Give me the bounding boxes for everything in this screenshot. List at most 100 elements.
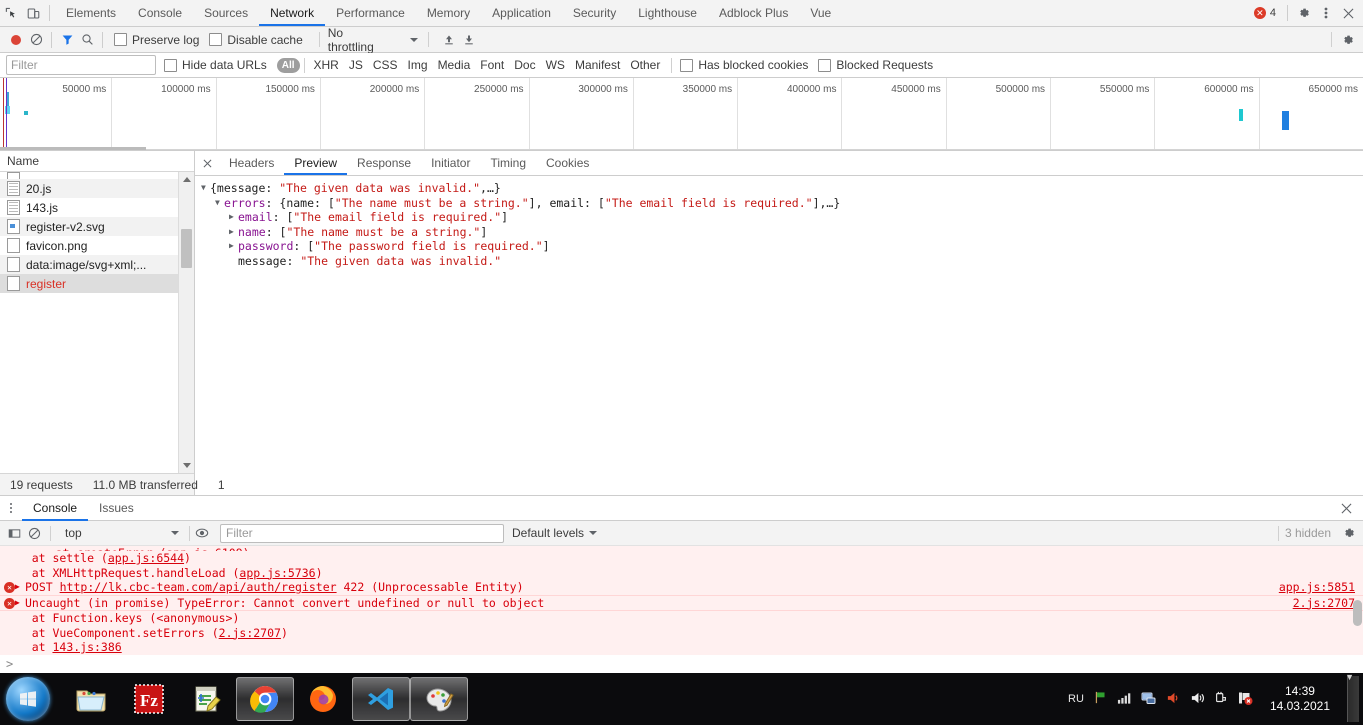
hide-data-urls-checkbox[interactable]: Hide data URLs [164,58,267,72]
tab-performance[interactable]: Performance [325,1,416,26]
tab-lighthouse[interactable]: Lighthouse [627,1,708,26]
tab-application[interactable]: Application [481,1,562,26]
console-messages[interactable]: at createError (app.js:6109) at settle (… [0,546,1363,655]
request-url-link[interactable]: http://lk.cbc-team.com/api/auth/register [60,580,337,594]
source-link[interactable]: 143.js:386 [52,640,121,654]
inspect-element-icon[interactable] [0,1,22,25]
tray-signal-icon[interactable] [1117,691,1132,708]
import-har-icon[interactable] [439,30,459,50]
execution-context-dropdown[interactable]: top [57,526,187,540]
detail-tab-response[interactable]: Response [347,152,421,175]
tab-console[interactable]: Console [127,1,193,26]
filter-type-img[interactable]: Img [403,57,433,73]
json-tree-row[interactable]: ▶ name: ["The name must be a string."] [201,225,1363,240]
source-link[interactable]: app.js:5736 [239,566,315,580]
scrollbar-thumb[interactable] [181,229,192,268]
tray-volume-icon[interactable] [1190,691,1205,708]
table-row[interactable]: data:image/svg+xml;... [0,255,194,274]
filter-type-js[interactable]: JS [344,57,368,73]
search-icon[interactable] [77,30,97,50]
close-drawer-icon[interactable] [1335,496,1357,520]
tab-security[interactable]: Security [562,1,627,26]
console-levels-dropdown[interactable]: Default levels [512,526,598,540]
taskbar-item-notepadpp[interactable] [178,676,236,722]
table-row[interactable]: 143.js [0,198,194,217]
disclosure-open-icon[interactable]: ▼ [201,181,210,196]
scroll-down-button[interactable] [179,458,194,473]
disable-cache-checkbox[interactable]: Disable cache [209,33,303,47]
disclosure-open-icon[interactable]: ▼ [215,196,224,211]
detail-tab-headers[interactable]: Headers [219,152,284,175]
throttling-dropdown[interactable]: No throttling [326,26,420,54]
json-tree-row[interactable]: message: "The given data was invalid." [201,254,1363,269]
json-tree-row[interactable]: ▶ email: ["The email field is required."] [201,210,1363,225]
table-row[interactable]: favicon.png [0,236,194,255]
disclosure-closed-icon[interactable]: ▶ [229,239,238,254]
response-preview-json[interactable]: ▼ {message: "The given data was invalid."… [195,176,1363,495]
error-count-badge[interactable]: ✕ 4 [1251,6,1282,20]
table-row[interactable]: 20.js [0,179,194,198]
console-prompt[interactable]: > [0,655,1363,673]
console-clear-icon[interactable] [24,523,44,543]
drawer-tab-console[interactable]: Console [22,496,88,521]
detail-tab-initiator[interactable]: Initiator [421,152,480,175]
device-toolbar-icon[interactable] [22,1,44,25]
source-link[interactable]: app.js:5851 [1279,580,1355,595]
console-scrollbar[interactable] [1352,546,1363,655]
clear-button[interactable] [26,30,46,50]
disclosure-closed-icon[interactable]: ▶ [229,210,238,225]
tray-volume-muted-icon[interactable] [1166,691,1181,708]
more-options-icon[interactable] [1315,1,1337,25]
record-button[interactable] [6,30,26,50]
tab-memory[interactable]: Memory [416,1,481,26]
has-blocked-cookies-checkbox[interactable]: Has blocked cookies [680,58,808,72]
show-desktop-button[interactable] [1347,676,1359,722]
filter-type-css[interactable]: CSS [368,57,403,73]
filter-type-doc[interactable]: Doc [509,57,540,73]
tab-network[interactable]: Network [259,1,325,26]
tray-expand-icon[interactable]: ▼ [1345,672,1354,682]
filter-input[interactable] [6,55,156,75]
disclosure-closed-icon[interactable]: ▶ [15,596,25,611]
console-scrollbar-thumb[interactable] [1353,600,1362,626]
taskbar-item-filezilla[interactable]: Fz [120,676,178,722]
disclosure-closed-icon[interactable]: ▶ [229,225,238,240]
tray-action-center-error-icon[interactable] [1237,691,1253,708]
console-sidebar-toggle-icon[interactable] [4,523,24,543]
taskbar-item-vscode[interactable] [352,677,410,721]
tray-power-plug-icon[interactable] [1214,691,1228,708]
export-har-icon[interactable] [459,30,479,50]
table-row[interactable]: register [0,274,194,293]
filter-type-all[interactable]: All [276,57,300,73]
filter-type-other[interactable]: Other [625,57,665,73]
request-list-scrollbar[interactable] [178,172,194,473]
console-settings-gear-icon[interactable] [1339,523,1359,543]
overview-scroll-indicator[interactable] [0,147,146,150]
drawer-more-options-icon[interactable] [0,497,22,519]
tray-flag-icon[interactable] [1093,690,1108,708]
detail-tab-timing[interactable]: Timing [480,152,536,175]
preserve-log-checkbox[interactable]: Preserve log [114,33,199,47]
source-link[interactable]: app.js:6544 [108,551,184,565]
filter-type-manifest[interactable]: Manifest [570,57,625,73]
close-detail-icon[interactable] [195,152,219,174]
tab-sources[interactable]: Sources [193,1,259,26]
table-row[interactable] [0,172,194,179]
close-devtools-icon[interactable] [1337,1,1359,25]
filter-type-ws[interactable]: WS [541,57,570,73]
start-orb-icon[interactable] [6,677,50,721]
tray-language-indicator[interactable]: RU [1068,693,1084,705]
filter-type-media[interactable]: Media [433,57,476,73]
taskbar-item-chrome[interactable] [236,677,294,721]
filter-toggle-icon[interactable] [57,30,77,50]
tab-elements[interactable]: Elements [55,1,127,26]
taskbar-item-paint[interactable] [410,677,468,721]
console-error-message[interactable]: ✕ ▶ Uncaught (in promise) TypeError: Canno… [0,595,1363,611]
filter-type-xhr[interactable]: XHR [309,57,344,73]
console-error-message[interactable]: ✕ ▶ POST http://lk.cbc-team.com/api/auth/r… [0,580,1363,596]
network-overview-timeline[interactable]: 50000 ms 100000 ms 150000 ms 200000 ms 25000… [0,78,1363,151]
json-tree-row[interactable]: ▼ errors: {name: ["The name must be a str… [201,196,1363,211]
scroll-up-button[interactable] [179,172,194,187]
taskbar-item-explorer[interactable] [62,676,120,722]
tray-network-icon[interactable] [1141,691,1157,708]
